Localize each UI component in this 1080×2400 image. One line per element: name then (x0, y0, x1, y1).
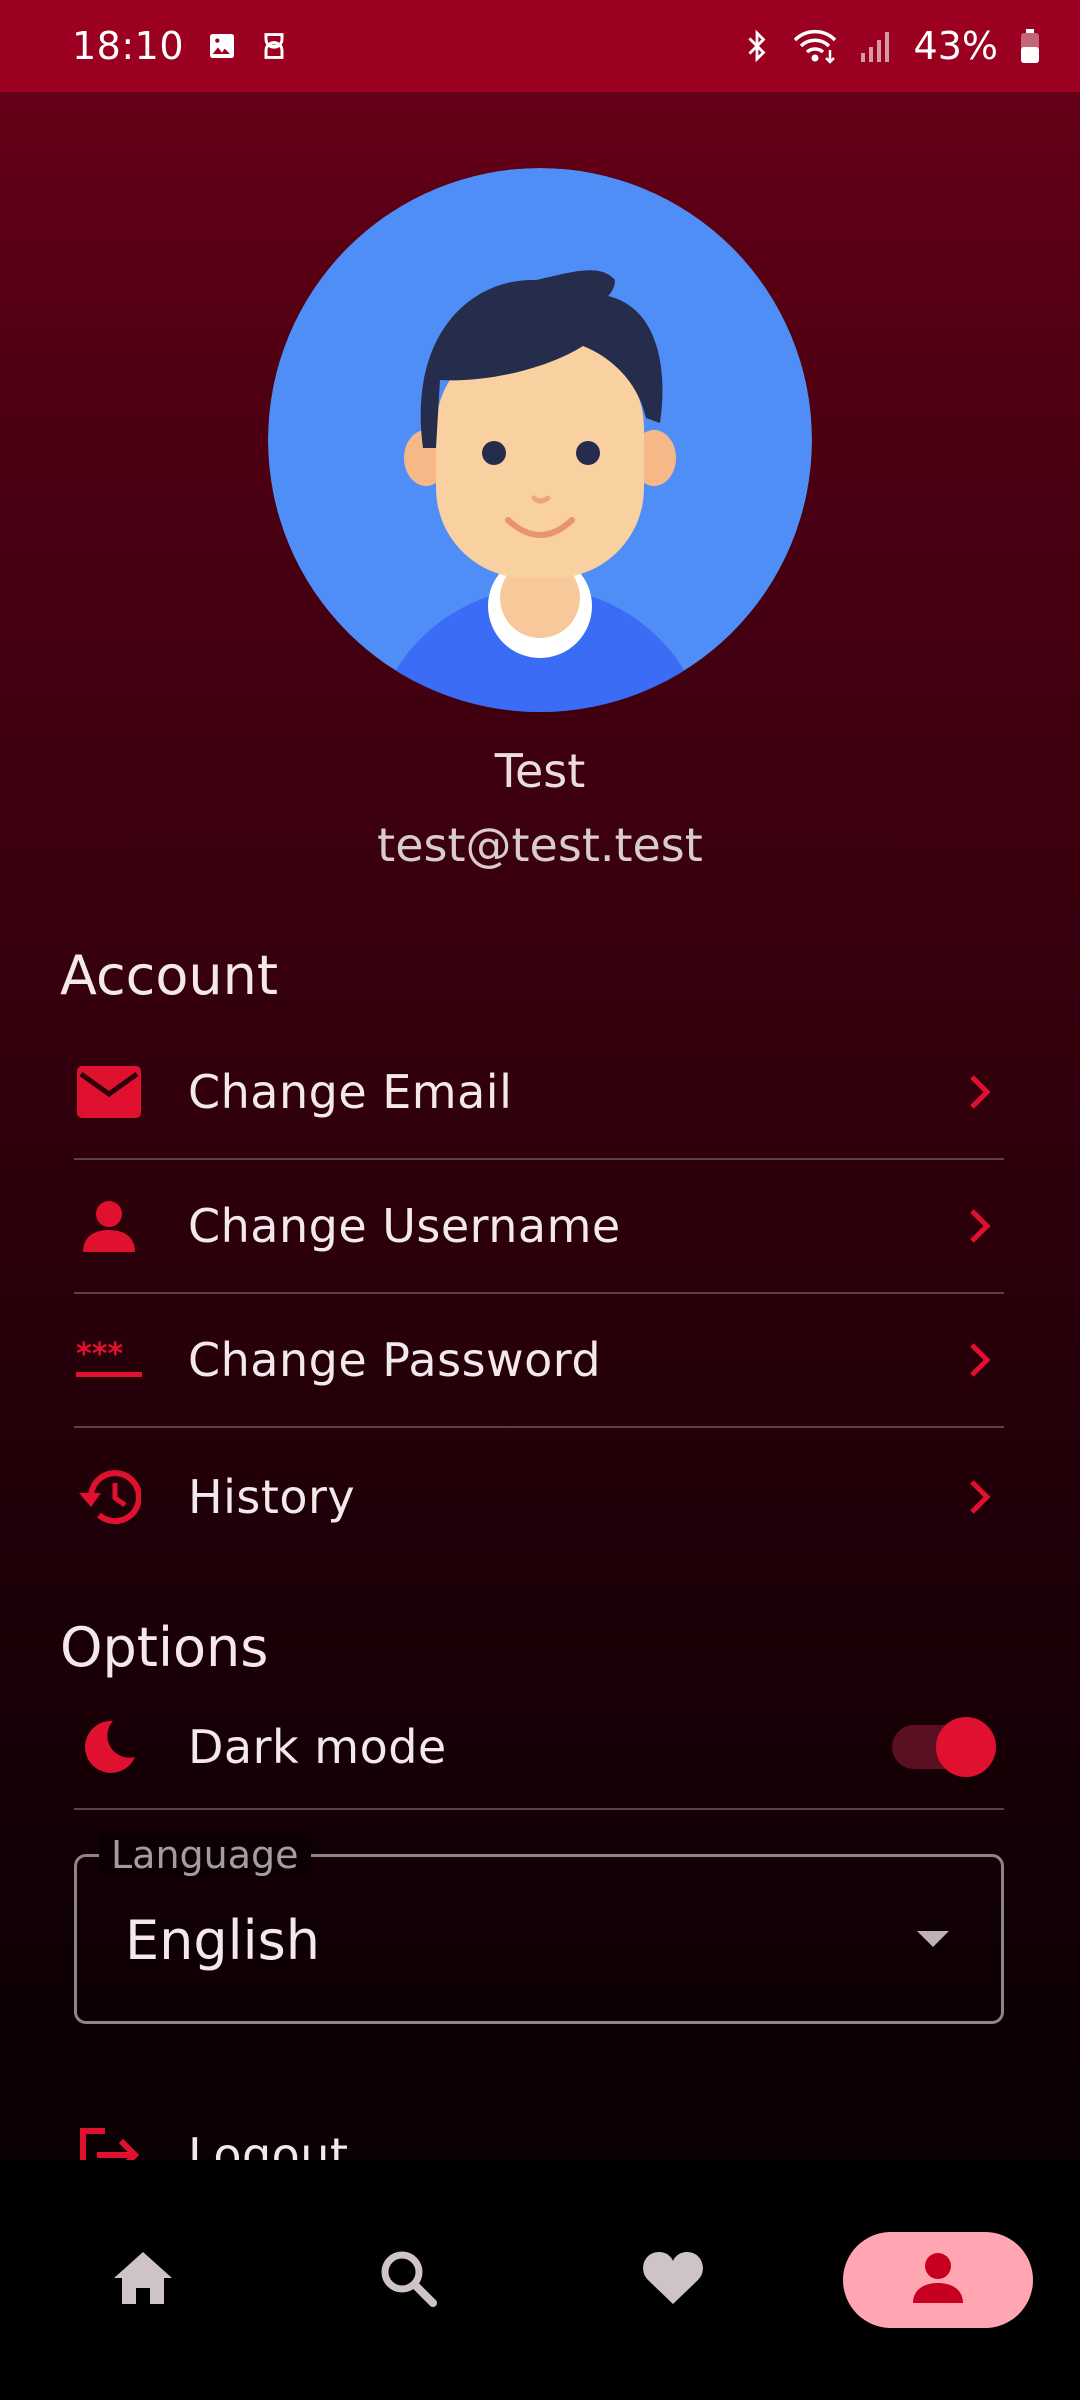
bottom-navigation (0, 2160, 1080, 2400)
logout-row[interactable]: Logout (74, 2120, 349, 2160)
nav-profile[interactable] (842, 2232, 1033, 2328)
chevron-right-icon (954, 1472, 1004, 1522)
status-time: 18:10 (72, 24, 185, 68)
history-icon (74, 1462, 144, 1532)
avatar[interactable] (268, 168, 812, 712)
svg-text:***: *** (76, 1340, 123, 1372)
change-password-row[interactable]: *** Change Password (74, 1294, 1004, 1428)
dark-mode-row[interactable]: Dark mode (74, 1686, 1004, 1810)
heart-icon (642, 2250, 704, 2310)
status-left: 18:10 (72, 24, 288, 68)
profile-email: test@test.test (377, 818, 703, 872)
language-legend: Language (99, 1833, 311, 1877)
nav-home[interactable] (48, 2232, 238, 2328)
wifi-icon (792, 28, 838, 64)
change-username-label: Change Username (188, 1199, 621, 1253)
search-icon (379, 2249, 437, 2311)
history-label: History (188, 1470, 356, 1524)
battery-icon (1020, 28, 1040, 64)
chevron-right-icon (954, 1335, 1004, 1385)
password-icon: *** (74, 1325, 144, 1395)
bluetooth-icon (744, 28, 770, 64)
profile-name: Test (494, 744, 586, 798)
logout-label: Logout (188, 2128, 349, 2160)
status-bar: 18:10 43% (0, 0, 1080, 92)
change-email-row[interactable]: Change Email (74, 1026, 1004, 1160)
dark-mode-toggle[interactable] (892, 1717, 996, 1777)
change-username-row[interactable]: Change Username (74, 1160, 1004, 1294)
change-password-label: Change Password (188, 1333, 602, 1387)
dark-mode-label: Dark mode (188, 1720, 447, 1774)
image-icon (206, 30, 238, 62)
signal-icon (860, 29, 892, 63)
language-select[interactable]: Language English (74, 1833, 1004, 2024)
moon-icon (74, 1712, 144, 1782)
language-value: English (125, 1909, 320, 1972)
status-right: 43% (744, 24, 1040, 68)
account-section-title: Account (60, 944, 279, 1007)
battery-percentage: 43% (913, 24, 998, 68)
nav-search[interactable] (313, 2232, 503, 2328)
home-icon (112, 2250, 174, 2310)
nav-favorites[interactable] (578, 2232, 768, 2328)
change-email-label: Change Email (188, 1065, 513, 1119)
person-icon (74, 1191, 144, 1261)
app-notification-icon (260, 30, 288, 62)
chevron-right-icon (954, 1201, 1004, 1251)
options-section-title: Options (60, 1616, 269, 1679)
history-row[interactable]: History (74, 1430, 1004, 1564)
scroll-clip-area: Logout (0, 2070, 1080, 2160)
profile-icon (911, 2251, 965, 2309)
toggle-knob (936, 1717, 996, 1777)
chevron-right-icon (954, 1067, 1004, 1117)
logout-icon (74, 2120, 144, 2160)
email-icon (74, 1057, 144, 1127)
dropdown-caret-icon (917, 1931, 949, 1947)
